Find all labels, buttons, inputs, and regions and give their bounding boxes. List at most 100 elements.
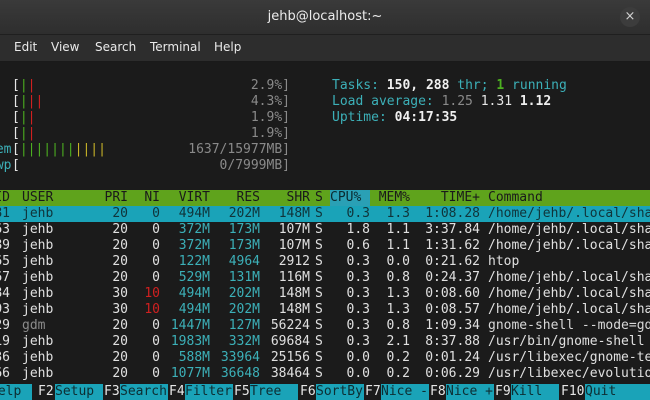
fkey-f7[interactable]: F7 [365, 384, 381, 400]
mem-value: 1637/15977MB] [188, 142, 290, 157]
cell-user: jehb [22, 270, 54, 285]
cell-pri: 30 [112, 302, 128, 317]
cell-pid: 2289 [0, 238, 10, 253]
cell-ni: 0 [152, 334, 160, 349]
fkey-f5[interactable]: F5 [234, 384, 250, 400]
fkey-help[interactable]: Help [0, 384, 32, 400]
process-row[interactable]: 2284 jehb 30 10 494M 202M 148M S 0.3 1.3 0:08.60/h… [0, 286, 650, 302]
menu-help[interactable]: Help [214, 40, 241, 54]
cell-virt: 1447M [170, 318, 210, 333]
col-res[interactable]: RES [212, 190, 260, 206]
cpu1-bar: [|| [12, 78, 36, 93]
mem-label: Mem [0, 142, 12, 157]
col-user[interactable]: USER [22, 190, 53, 206]
col-shr[interactable]: SHR [262, 190, 310, 206]
col-mem[interactable]: MEM% [370, 190, 410, 206]
cpu1-value: 2.9%] [250, 78, 290, 93]
cell-user: jehb [22, 302, 54, 317]
cell-pri: 20 [112, 366, 128, 381]
cell-pri: 20 [112, 254, 128, 269]
col-command[interactable]: Command [488, 190, 543, 206]
cell-virt: 494M [178, 302, 210, 317]
mem-bar: [||||||||||| [12, 142, 106, 157]
fkey-setup[interactable]: Setup [55, 384, 103, 400]
fkey-filter[interactable]: Filter [185, 384, 233, 400]
cell-shr: 107M [278, 222, 310, 237]
fkey-nice-minus[interactable]: Nice - [381, 384, 429, 400]
cell-cpu: 0.0 [346, 366, 370, 381]
fkey-sortby[interactable]: SortBy [316, 384, 364, 400]
cell-pid: 2293 [0, 302, 10, 317]
col-pri[interactable]: PRI [90, 190, 128, 206]
cell-mem: 1.1 [386, 222, 410, 237]
cell-cmd: /home/jehb/.local/share [488, 302, 650, 317]
cell-s: S [315, 254, 323, 269]
cell-cmd: /home/jehb/.local/share [488, 222, 650, 237]
cell-shr: 2912 [278, 254, 310, 269]
cell-ni: 0 [152, 222, 160, 237]
col-state[interactable]: S [315, 190, 323, 206]
fkey-tree[interactable]: Tree [250, 384, 298, 400]
cell-ni: 10 [144, 286, 160, 301]
fkey-f8[interactable]: F8 [430, 384, 446, 400]
process-row[interactable]: 3365 jehb 20 0 122M 4964 2912 S 0.3 0.0 0:21.62 hto… [0, 254, 650, 270]
cpu2-bar: [||| [12, 94, 44, 109]
process-row[interactable]: 2289 jehb 20 0 372M 173M 107M S 0.6 1.1 1:31.62/ho… [0, 238, 650, 254]
process-row[interactable]: 2263 jehb 20 0 372M 173M 107M S 1.8 1.1 3:37.84/ho… [0, 222, 650, 238]
process-row[interactable]: 2281 jehb 20 0 494M 202M 148M S 0.3 1.3 1:08.28/ho… [0, 206, 650, 222]
cpu3-bar: [|| [12, 110, 36, 125]
cell-res: 202M [228, 302, 260, 317]
fkey-f6[interactable]: F6 [300, 384, 316, 400]
process-row[interactable]: 2267 jehb 20 0 529M 131M 116M S 0.3 0.8 0:24.37/ho… [0, 270, 650, 286]
menu-search[interactable]: Search [95, 40, 136, 54]
cell-res: 202M [228, 286, 260, 301]
cell-cmd: /home/jehb/.local/share [488, 286, 650, 301]
cell-s: S [315, 222, 323, 237]
cell-mem: 0.8 [386, 318, 410, 333]
menu-edit[interactable]: Edit [14, 40, 37, 54]
process-row[interactable]: 1819 jehb 20 0 1983M 332M 69684 S 0.3 2.1 8:37.88 /… [0, 334, 650, 350]
cell-user: jehb [22, 334, 54, 349]
fkey-f4[interactable]: F4 [169, 384, 185, 400]
cell-time: 1:31.62 [425, 238, 480, 253]
fkey-f9[interactable]: F9 [495, 384, 511, 400]
cell-res: 131M [228, 270, 260, 285]
cpu4-value: 1.9%] [250, 126, 290, 141]
fkey-search[interactable]: Search [120, 384, 168, 400]
cell-cmd: htop [488, 254, 520, 269]
fkey-kill[interactable]: Kill [511, 384, 559, 400]
process-row[interactable]: 1966 jehb 20 0 1077M 36648 38464 S 0.0 0.2 0:06.29… [0, 366, 650, 382]
close-button[interactable]: × [620, 7, 640, 27]
window-titlebar: jehb@localhost:~ × [0, 0, 650, 35]
process-row[interactable]: 1936 jehb 20 0 588M 33964 25156 S 0.0 0.2 0:01.24 /… [0, 350, 650, 366]
cell-cpu: 0.3 [346, 254, 370, 269]
process-row[interactable]: 1129 gdm 20 0 1447M 127M 56224 S 0.3 0.8 1:09.34 gn… [0, 318, 650, 334]
menu-view[interactable]: View [51, 40, 79, 54]
col-virt[interactable]: VIRT [160, 190, 210, 206]
cell-pri: 20 [112, 238, 128, 253]
cell-pri: 20 [112, 318, 128, 333]
cell-pri: 20 [112, 222, 128, 237]
col-cpu[interactable]: CPU% [330, 190, 370, 206]
cell-mem: 1.1 [386, 238, 410, 253]
cell-virt: 588M [178, 350, 210, 365]
cell-time: 0:21.62 [425, 254, 480, 269]
cell-s: S [315, 366, 323, 381]
fkey-f10[interactable]: F10 [561, 384, 584, 400]
fkey-f3[interactable]: F3 [104, 384, 120, 400]
cell-pri: 20 [112, 270, 128, 285]
cell-s: S [315, 206, 323, 221]
fkey-quit[interactable]: Quit [585, 384, 650, 400]
col-time[interactable]: TIME+ [412, 190, 480, 206]
menu-terminal[interactable]: Terminal [150, 40, 201, 54]
terminal-area[interactable]: [|| 2.9%] [||| 4.3%] [|| 1.9%] [|| 1.9%]… [0, 62, 650, 400]
fkey-f2[interactable]: F2 [38, 384, 54, 400]
cell-shr: 148M [278, 302, 310, 317]
cell-time: 0:06.29 [425, 366, 480, 381]
col-ni[interactable]: NI [130, 190, 160, 206]
fkey-nice-plus[interactable]: Nice + [446, 384, 494, 400]
cell-shr: 56224 [270, 318, 310, 333]
process-row[interactable]: 2293 jehb 30 10 494M 202M 148M S 0.3 1.3 0:08.57/h… [0, 302, 650, 318]
cell-time: 0:08.60 [425, 286, 480, 301]
col-pid[interactable]: PID [0, 190, 10, 206]
